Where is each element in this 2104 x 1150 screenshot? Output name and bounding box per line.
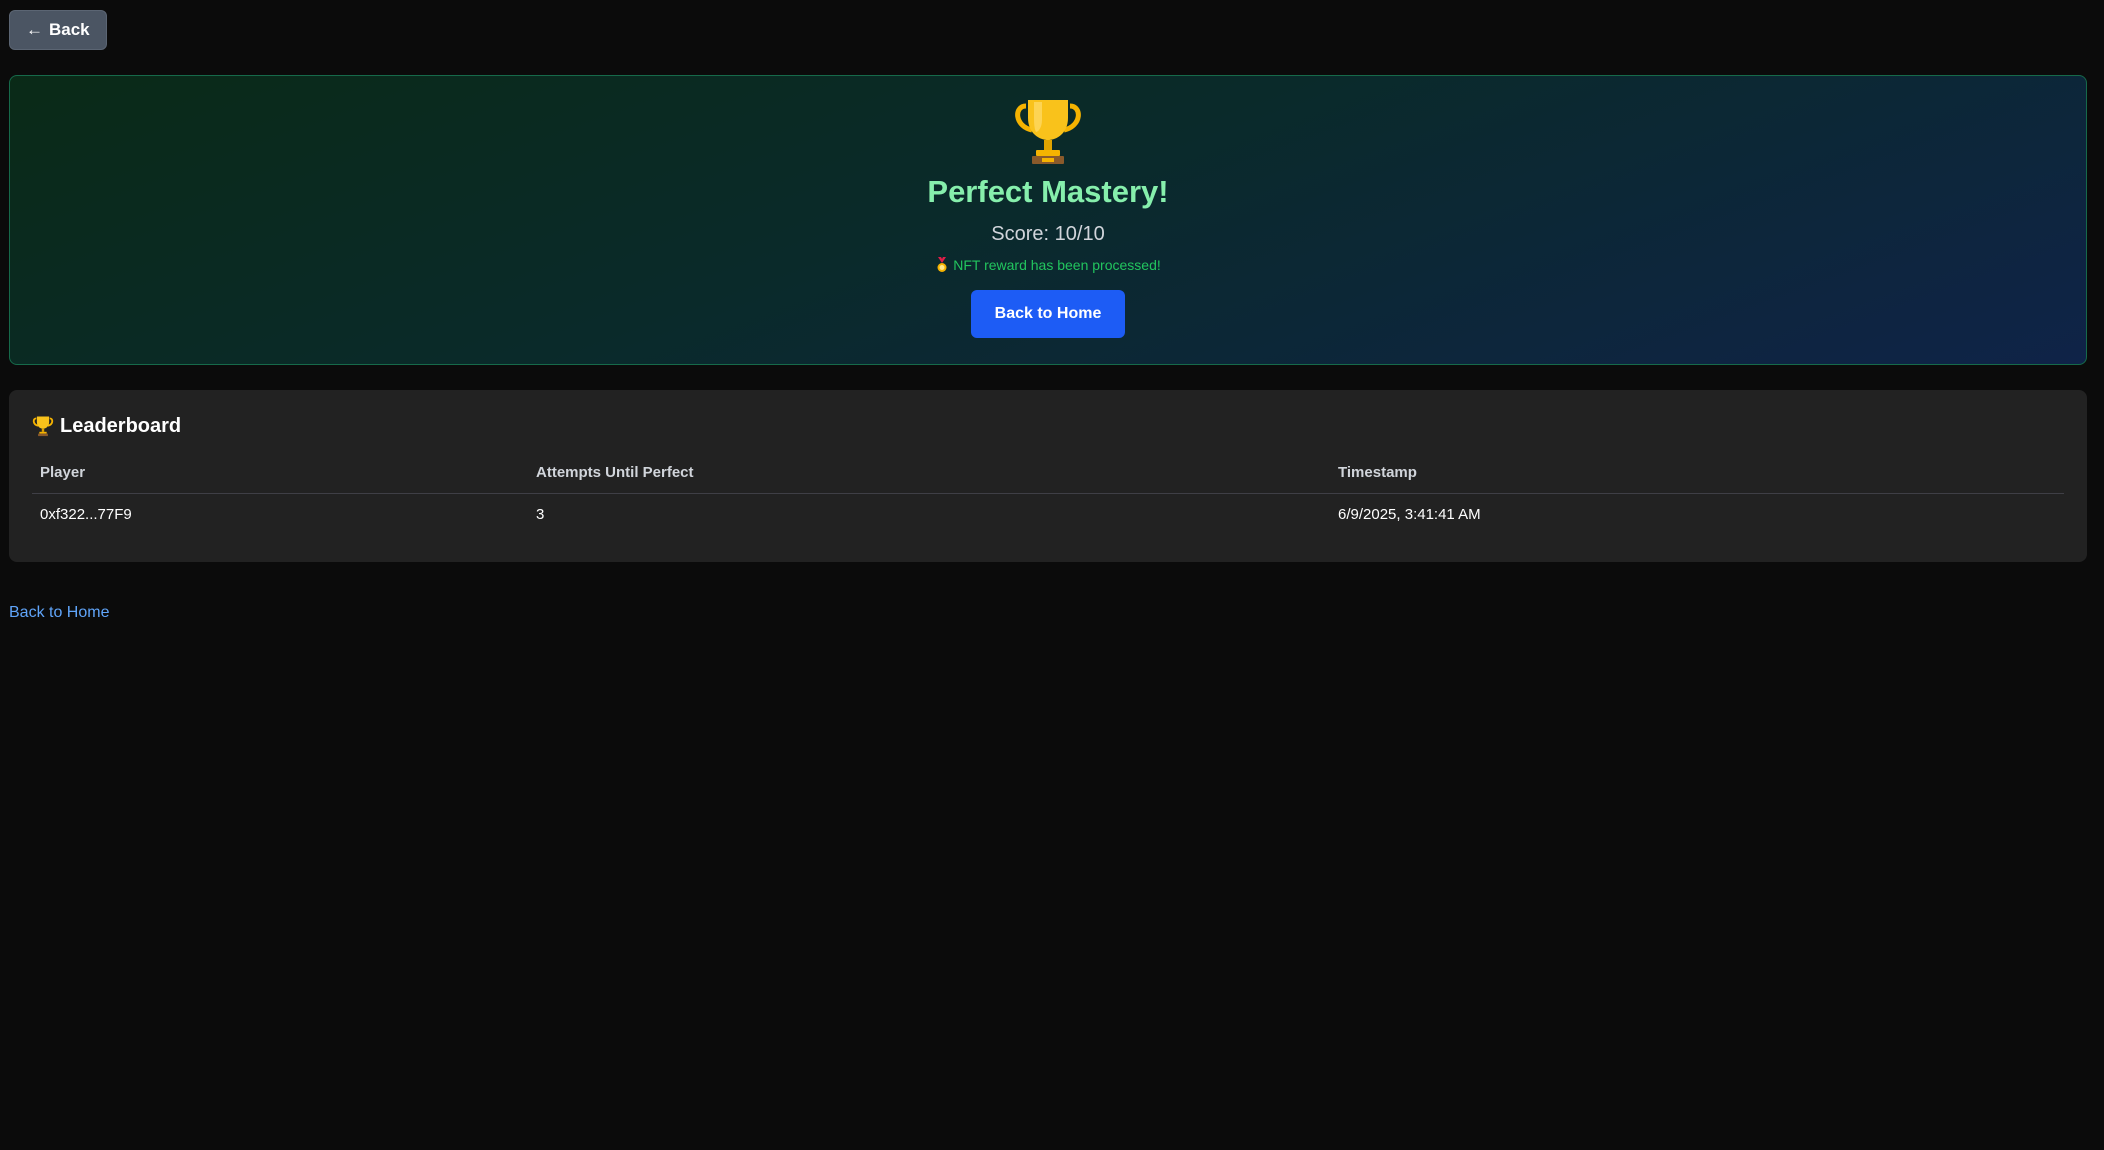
attempts-cell: 3 [536, 506, 545, 523]
leaderboard-table: Player Attempts Until Perfect Timestamp … [32, 458, 2064, 535]
score-text: Score: 10/10 [991, 223, 1105, 245]
table-header-row: Player Attempts Until Perfect Timestamp [32, 458, 2064, 494]
column-header-attempts: Attempts Until Perfect [528, 458, 1330, 494]
player-cell: 0xf322...77F9 [40, 506, 132, 523]
result-card: Perfect Mastery! Score: 10/10 NFT reward… [9, 75, 2087, 365]
leaderboard-title: Leaderboard [32, 414, 2064, 438]
leaderboard-title-text: Leaderboard [60, 415, 182, 437]
leaderboard-panel: Leaderboard Player Attempts Until Perfec… [9, 390, 2087, 562]
timestamp-cell: 6/9/2025, 3:41:41 AM [1338, 506, 1481, 523]
result-title: Perfect Mastery! [927, 174, 1169, 209]
arrow-left-icon: ← [26, 20, 43, 39]
table-row: 0xf322...77F9 3 6/9/2025, 3:41:41 AM [32, 494, 2064, 536]
trophy-icon [32, 415, 54, 437]
nft-message-text: NFT reward has been processed! [953, 257, 1161, 273]
column-header-player: Player [32, 458, 528, 494]
back-to-home-button[interactable]: Back to Home [970, 290, 1126, 338]
nft-status-message: NFT reward has been processed! [935, 256, 1161, 274]
column-header-timestamp: Timestamp [1330, 458, 2064, 494]
back-button[interactable]: ← Back [9, 10, 107, 50]
back-button-label: Back [49, 20, 90, 39]
medal-icon [935, 257, 949, 273]
page: ← Back Perfect Mastery! Score: 10/10 NFT… [0, 0, 2104, 1150]
trophy-icon [1008, 96, 1088, 166]
back-to-home-link[interactable]: Back to Home [9, 604, 109, 622]
